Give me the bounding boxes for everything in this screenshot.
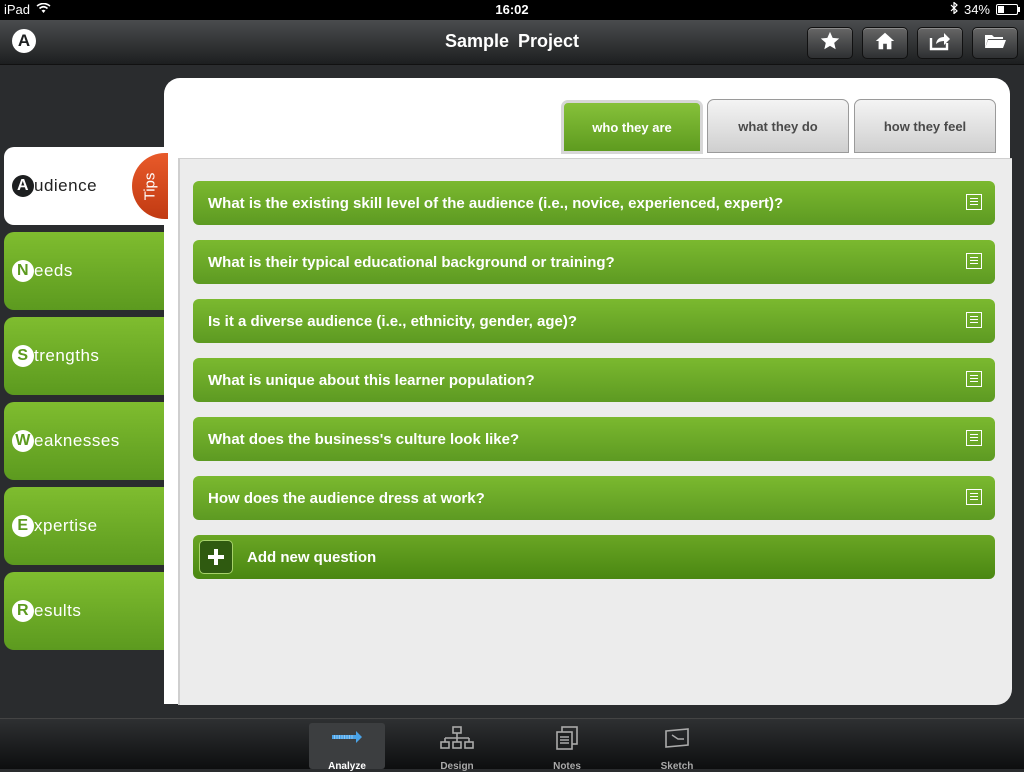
question-text: How does the audience dress at work? — [208, 489, 485, 507]
bluetooth-icon — [950, 1, 958, 17]
note-icon[interactable] — [966, 194, 982, 210]
battery-icon — [996, 4, 1020, 15]
tab-label: xpertise — [34, 516, 98, 535]
design-icon — [419, 723, 495, 753]
sidebar-item-needs[interactable]: N eeds — [4, 232, 164, 310]
favorite-button[interactable] — [807, 27, 853, 59]
note-icon[interactable] — [966, 312, 982, 328]
tab-notes[interactable]: Notes — [529, 723, 605, 772]
tab-how-they-feel[interactable]: how they feel — [854, 99, 996, 153]
home-icon — [874, 30, 896, 57]
share-button[interactable] — [917, 27, 963, 59]
question-text: What does the business's culture look li… — [208, 430, 520, 448]
tab-label: udience — [34, 176, 98, 195]
tab-initial: A — [12, 175, 34, 197]
question-row[interactable]: How does the audience dress at work? — [193, 476, 995, 520]
tab-label: Analyze — [328, 761, 366, 772]
sketch-icon — [639, 723, 715, 753]
question-row[interactable]: Is it a diverse audience (i.e., ethnicit… — [193, 299, 995, 343]
note-icon[interactable] — [966, 489, 982, 505]
open-folder-button[interactable] — [972, 27, 1018, 59]
tab-label: Design — [440, 761, 474, 772]
tab-analyze[interactable]: Analyze — [309, 723, 385, 772]
tab-initial: W — [12, 430, 34, 452]
tab-what-they-do[interactable]: what they do — [707, 99, 849, 153]
question-row[interactable]: What does the business's culture look li… — [193, 417, 995, 461]
sidebar-item-weaknesses[interactable]: W eaknesses — [4, 402, 164, 480]
tab-label: eaknesses — [34, 431, 120, 450]
tab-initial: N — [12, 260, 34, 282]
sidebar-item-results[interactable]: R esults — [4, 572, 164, 650]
tab-label: Sketch — [660, 761, 694, 772]
question-row[interactable]: What is their typical educational backgr… — [193, 240, 995, 284]
note-icon[interactable] — [966, 430, 982, 446]
tab-design[interactable]: Design — [419, 723, 495, 772]
plus-icon — [199, 540, 233, 574]
question-row[interactable]: What is unique about this learner popula… — [193, 358, 995, 402]
add-question-label: Add new question — [247, 548, 377, 566]
tab-label: esults — [34, 601, 82, 620]
tab-who-they-are[interactable]: who they are — [561, 100, 703, 154]
tab-label: trengths — [34, 346, 100, 365]
question-text: What is their typical educational backgr… — [208, 253, 615, 271]
folder-icon — [983, 31, 1007, 56]
analyze-icon — [309, 723, 385, 753]
question-text: What is unique about this learner popula… — [208, 371, 535, 389]
status-bar: iPad 16:02 34% — [0, 0, 1024, 20]
battery-percent: 34% — [963, 2, 990, 17]
tab-initial: E — [12, 515, 34, 537]
tab-initial: S — [12, 345, 34, 367]
sidebar-item-strengths[interactable]: S trengths — [4, 317, 164, 395]
question-text: What is the existing skill level of the … — [208, 194, 784, 212]
bottom-tab-bar: Analyze Design Notes Sketch — [0, 718, 1024, 772]
question-row[interactable]: What is the existing skill level of the … — [193, 181, 995, 225]
tab-label: Notes — [553, 761, 581, 772]
note-icon[interactable] — [966, 371, 982, 387]
notes-icon — [529, 723, 605, 753]
nav-bar: A Sample Project — [0, 20, 1024, 65]
question-text: Is it a diverse audience (i.e., ethnicit… — [208, 312, 578, 330]
clock: 16:02 — [495, 2, 529, 17]
note-icon[interactable] — [966, 253, 982, 269]
share-icon — [928, 30, 952, 57]
add-question-button[interactable]: Add new question — [193, 535, 995, 579]
tips-label: Tips — [141, 172, 159, 200]
home-button[interactable] — [862, 27, 908, 59]
tab-sketch[interactable]: Sketch — [639, 723, 715, 772]
sidebar-item-expertise[interactable]: E xpertise — [4, 487, 164, 565]
star-icon — [819, 30, 841, 57]
tab-initial: R — [12, 600, 34, 622]
tab-label: eeds — [34, 261, 73, 280]
